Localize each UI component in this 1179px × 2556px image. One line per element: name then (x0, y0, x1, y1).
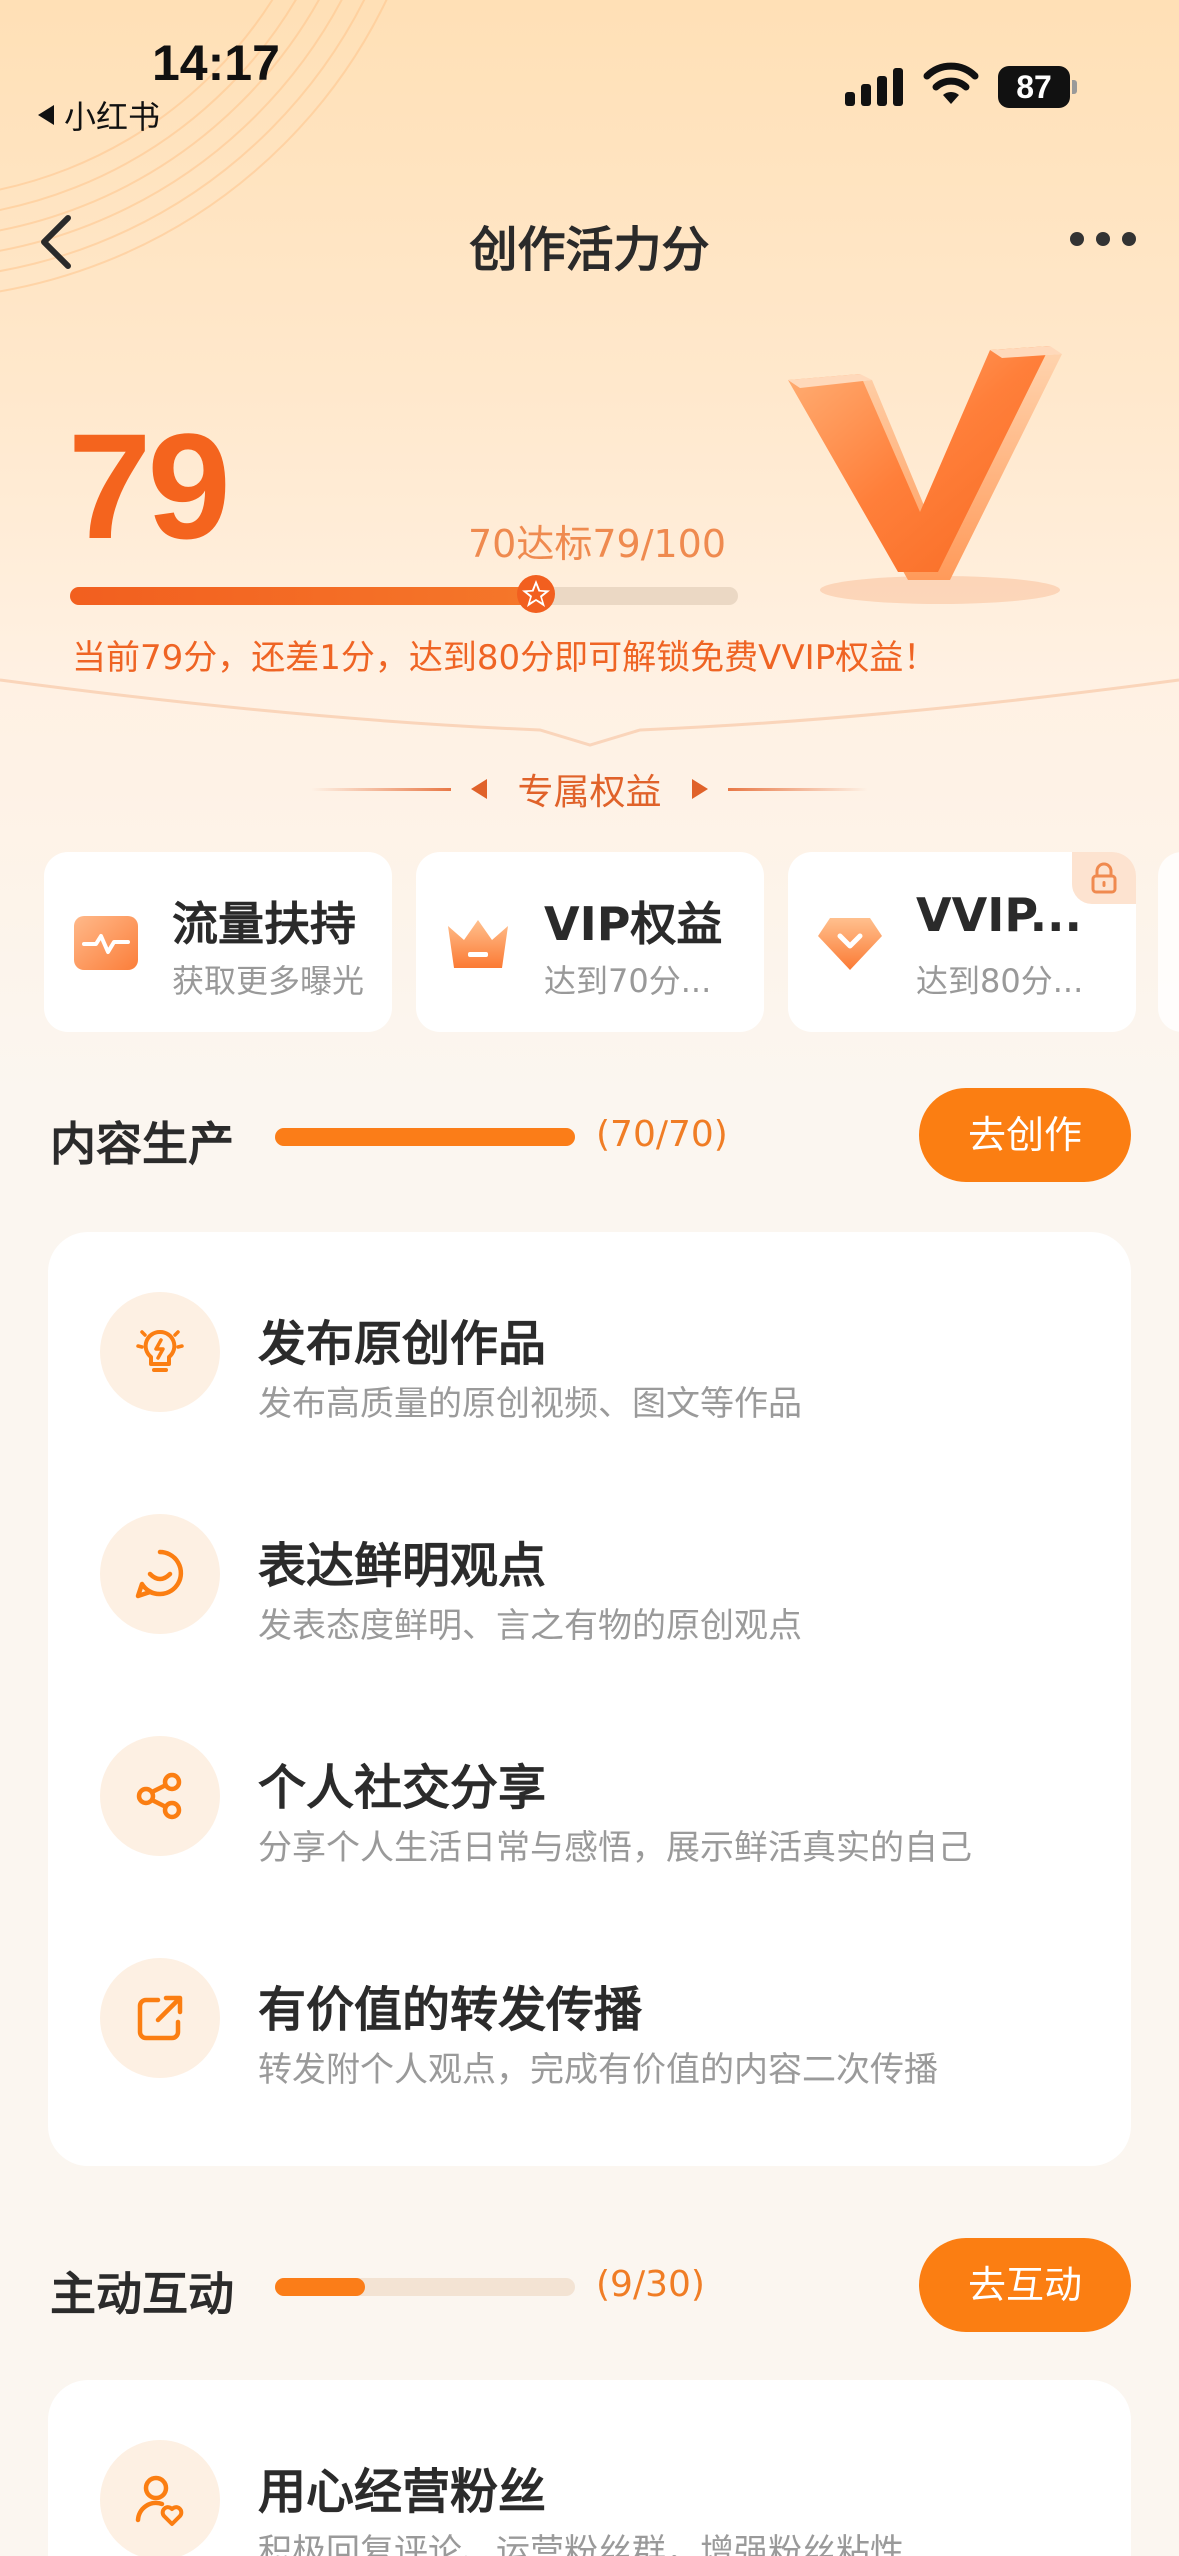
list-item[interactable]: 发布原创作品 发布高质量的原创视频、图文等作品 (48, 1232, 1131, 1432)
diamond-icon (818, 918, 882, 970)
crown-icon (448, 920, 508, 968)
lightbulb-icon (100, 1292, 220, 1412)
status-bar: 14:17 小红书 87 (0, 0, 1179, 150)
status-time: 14:17 (152, 35, 280, 91)
item-title: 个人社交分享 (258, 1760, 547, 1816)
battery-level: 87 (998, 66, 1070, 108)
benefit-card-next-peek (1158, 852, 1179, 1032)
back-app-label: 小红书 (64, 98, 161, 136)
fan-heart-icon (100, 2440, 220, 2556)
forward-icon (100, 1958, 220, 2078)
share-icon (100, 1736, 220, 1856)
benefit-card-vip[interactable]: VIP权益 达到70分... (416, 852, 764, 1032)
interaction-task-list: 用心经营粉丝 积极回复评论、运营粉丝群，增强粉丝粘性 (48, 2380, 1131, 2556)
section-count: (9/30) (596, 2264, 705, 2305)
lock-badge (1072, 852, 1136, 904)
section-title: 内容生产 (50, 1117, 234, 1171)
score-progress-fill (70, 587, 538, 605)
list-item[interactable]: 用心经营粉丝 积极回复评论、运营粉丝群，增强粉丝粘性 (48, 2380, 1131, 2556)
benefit-card-vvip[interactable]: VVIP... 达到80分... (788, 852, 1136, 1032)
item-description: 积极回复评论、运营粉丝群，增强粉丝粘性 (258, 2532, 904, 2556)
back-to-app-link[interactable]: 小红书 (38, 92, 160, 138)
back-triangle-icon (38, 105, 54, 125)
item-description: 转发附个人观点，完成有价值的内容二次传播 (258, 2050, 938, 2090)
section-count: (70/70) (596, 1114, 728, 1155)
benefit-card-traffic[interactable]: 流量扶持 获取更多曝光 (44, 852, 392, 1032)
go-interact-button[interactable]: 去互动 (919, 2238, 1131, 2332)
benefits-header: 专属权益 (0, 763, 1179, 815)
wifi-icon (923, 62, 979, 104)
section-header-content: 内容生产 (70/70) 去创作 (0, 1088, 1179, 1182)
threshold-star-icon (517, 575, 555, 613)
benefit-subtitle: 获取更多曝光 (172, 962, 365, 1000)
page-title: 创作活力分 (469, 222, 710, 278)
section-title: 主动互动 (50, 2267, 234, 2321)
item-description: 分享个人生活日常与感悟，展示鲜活真实的自己 (258, 1828, 972, 1868)
item-title: 发布原创作品 (258, 1316, 547, 1372)
battery-icon: 87 (998, 66, 1077, 108)
benefit-title: 流量扶持 (172, 897, 356, 951)
benefit-cards: 流量扶持 获取更多曝光 VIP权益 达到70分... VVIP... 达到80分… (44, 852, 1179, 1032)
benefit-title: VIP权益 (544, 897, 723, 951)
content-task-list: 发布原创作品 发布高质量的原创视频、图文等作品 表达鲜明观点 发表态度鲜明、言之… (48, 1232, 1131, 2166)
item-title: 用心经营粉丝 (258, 2464, 547, 2520)
section-divider (0, 678, 1179, 747)
score-progress-bar (70, 587, 738, 605)
item-description: 发表态度鲜明、言之有物的原创观点 (258, 1606, 802, 1646)
benefits-title: 专属权益 (517, 772, 662, 813)
section-progress-bar (275, 1128, 575, 1146)
list-item[interactable]: 表达鲜明观点 发表态度鲜明、言之有物的原创观点 (48, 1454, 1131, 1654)
section-progress-bar (275, 2278, 575, 2296)
list-item[interactable]: 个人社交分享 分享个人生活日常与感悟，展示鲜活真实的自己 (48, 1676, 1131, 1876)
item-title: 有价值的转发传播 (258, 1982, 643, 2038)
benefit-title: VVIP... (916, 888, 1083, 942)
arrow-right-icon (691, 779, 708, 799)
cellular-signal-icon (845, 66, 903, 106)
benefit-subtitle: 达到70分... (544, 962, 712, 1000)
go-create-button[interactable]: 去创作 (919, 1088, 1131, 1182)
score-value: 79 (68, 402, 231, 570)
list-item[interactable]: 有价值的转发传播 转发附个人观点，完成有价值的内容二次传播 (48, 1898, 1131, 2098)
section-progress-fill (275, 1128, 575, 1146)
arrow-left-icon (471, 779, 488, 799)
v-badge-logo (788, 346, 1062, 604)
more-options-icon[interactable] (1070, 232, 1136, 246)
item-description: 发布高质量的原创视频、图文等作品 (258, 1384, 802, 1424)
section-progress-fill (275, 2278, 365, 2296)
chat-smile-icon (100, 1514, 220, 1634)
lock-icon (1091, 862, 1117, 894)
section-header-interaction: 主动互动 (9/30) 去互动 (0, 2238, 1179, 2332)
item-title: 表达鲜明观点 (258, 1538, 547, 1594)
traffic-chart-icon (74, 916, 138, 970)
score-target-text: 70达标79/100 (468, 522, 727, 566)
benefit-subtitle: 达到80分... (916, 962, 1084, 1000)
